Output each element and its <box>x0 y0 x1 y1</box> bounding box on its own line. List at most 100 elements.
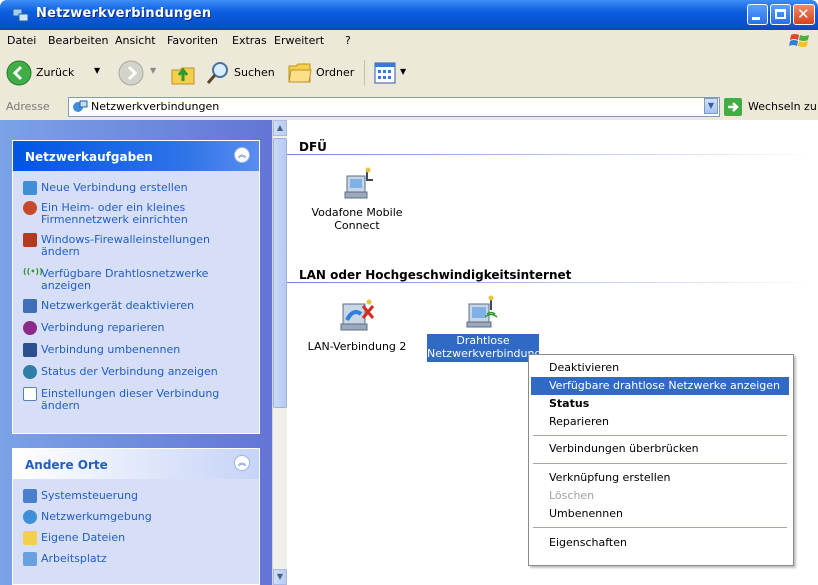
other-places-panel: Andere Orte ︽ Systemsteuerung Netzwerkum… <box>12 448 260 585</box>
ctx-create-shortcut[interactable]: Verknüpfung erstellen <box>531 469 789 487</box>
control-panel-icon <box>23 489 37 503</box>
forward-arrow-icon <box>118 60 144 86</box>
ctx-loeschen: Löschen <box>549 489 595 502</box>
status-icon <box>23 365 37 379</box>
dialup-connection-icon <box>344 167 373 199</box>
menu-datei[interactable]: Datei <box>7 34 36 47</box>
ctx-reparieren[interactable]: Reparieren <box>531 413 789 431</box>
collapse-chevron-icon[interactable]: ︽ <box>234 147 250 163</box>
address-input[interactable]: Netzwerkverbindungen <box>68 97 720 117</box>
disable-device-icon <box>23 299 37 313</box>
go-arrow-icon <box>724 98 742 116</box>
menu-favoriten[interactable]: Favoriten <box>167 34 218 47</box>
place-label: Arbeitsplatz <box>41 552 107 565</box>
rename-icon <box>23 343 37 357</box>
wireless-signal-icon: ((•)) <box>23 267 43 276</box>
task-label: Windows-Firewalleinstellungen ändern <box>41 233 210 258</box>
scroll-thumb[interactable] <box>273 138 287 408</box>
my-computer-icon <box>23 552 37 566</box>
maximize-button[interactable] <box>770 4 791 25</box>
maximize-icon <box>775 9 786 19</box>
folder-icon <box>288 63 312 83</box>
ctx-eigenschaften[interactable]: Eigenschaften <box>531 534 789 552</box>
menu-help[interactable]: ? <box>345 34 351 47</box>
group-heading-lan: LAN oder Hochgeschwindigkeitsinternet <box>299 268 572 282</box>
ctx-separator <box>533 463 787 464</box>
go-label: Wechseln zu <box>748 100 817 113</box>
window-title: Netzwerkverbindungen <box>36 6 212 21</box>
my-documents-icon <box>23 531 37 545</box>
search-icon <box>206 62 228 84</box>
place-label: Systemsteuerung <box>41 489 139 502</box>
network-connections-icon <box>73 100 88 112</box>
context-menu: Deaktivieren Verfügbare drahtlose Netzwe… <box>528 354 794 566</box>
menu-ansicht[interactable]: Ansicht <box>115 34 156 47</box>
wireless-connection-icon <box>466 295 498 328</box>
place-label: Eigene Dateien <box>41 531 126 544</box>
ctx-status[interactable]: Status <box>531 395 789 413</box>
connection-lan-2[interactable]: LAN-Verbindung 2 <box>307 298 407 358</box>
new-connection-icon <box>23 181 37 195</box>
menu-bar: Datei Bearbeiten Ansicht Favoriten Extra… <box>0 30 818 53</box>
repair-icon <box>23 321 37 335</box>
lan-connection-icon <box>340 299 375 331</box>
task-label: Neue Verbindung erstellen <box>41 181 188 194</box>
folders-button[interactable]: Ordner <box>288 60 356 86</box>
wireless-label-line: Netzwerkverbindung <box>427 347 539 360</box>
network-connections-icon <box>12 8 29 22</box>
go-button[interactable]: Wechseln zu <box>724 97 818 117</box>
views-icon <box>374 62 396 84</box>
menu-extras[interactable]: Extras <box>232 34 267 47</box>
folders-label: Ordner <box>316 66 355 79</box>
network-tasks-title: Netzwerkaufgaben <box>25 150 153 164</box>
scroll-up-button[interactable]: ▲ <box>273 120 287 136</box>
up-folder-icon[interactable] <box>170 60 196 86</box>
back-button[interactable]: Zurück ▼ <box>6 60 118 86</box>
home-network-icon <box>23 201 37 215</box>
task-label: Verbindung umbenennen <box>41 343 181 356</box>
ctx-show-wireless-networks[interactable]: Verfügbare drahtlose Netzwerke anzeigen <box>531 377 789 395</box>
ctx-separator <box>533 435 787 436</box>
search-label: Suchen <box>234 66 275 79</box>
vertical-scrollbar[interactable]: ▲ ▼ <box>272 120 287 585</box>
title-bar[interactable]: Netzwerkverbindungen ✕ <box>0 0 818 30</box>
back-label: Zurück <box>36 66 75 79</box>
toolbar: Zurück ▼ ▼ Suchen Ordner ▼ <box>0 52 818 95</box>
task-pane: Netzwerkaufgaben ︽ Neue Verbindung erste… <box>0 120 272 585</box>
connection-wireless[interactable]: Drahtlose Netzwerkverbindung <box>427 294 539 364</box>
menu-bearbeiten[interactable]: Bearbeiten <box>48 34 108 47</box>
task-label: Status der Verbindung anzeigen <box>41 365 218 378</box>
network-tasks-header[interactable]: Netzwerkaufgaben ︽ <box>13 141 259 171</box>
views-button[interactable]: ▼ <box>374 60 418 86</box>
minimize-button[interactable] <box>747 4 768 25</box>
connection-label: LAN-Verbindung 2 <box>307 340 407 353</box>
place-label: Netzwerkumgebung <box>41 510 152 523</box>
address-dropdown-button[interactable]: ▼ <box>704 98 718 114</box>
network-places-icon <box>23 510 37 524</box>
task-label: Ein Heim- oder ein kleines Firmennetzwer… <box>41 201 188 226</box>
connection-vodafone[interactable]: Vodafone Mobile Connect <box>307 166 407 246</box>
task-label: Netzwerkgerät deaktivieren <box>41 299 195 312</box>
other-places-header[interactable]: Andere Orte ︽ <box>13 449 259 479</box>
connection-label: Vodafone Mobile Connect <box>311 206 403 232</box>
forward-dropdown-icon[interactable]: ▼ <box>150 66 156 75</box>
ctx-umbenennen[interactable]: Umbenennen <box>531 505 789 523</box>
group-heading-dialup: DFÜ <box>299 140 327 154</box>
task-label: Verfügbare Drahtlosnetzwerke anzeigen <box>41 267 209 292</box>
scroll-down-button[interactable]: ▼ <box>273 569 287 585</box>
forward-button[interactable]: ▼ <box>118 60 162 86</box>
ctx-separator <box>533 527 787 528</box>
other-places-title: Andere Orte <box>25 458 108 472</box>
address-bar: Adresse Netzwerkverbindungen ▼ Wechseln … <box>0 94 818 121</box>
ctx-deaktivieren[interactable]: Deaktivieren <box>531 359 789 377</box>
address-value: Netzwerkverbindungen <box>91 100 220 113</box>
windows-logo-icon <box>789 34 809 47</box>
connection-label-selected: Drahtlose Netzwerkverbindung <box>427 334 539 362</box>
menu-erweitert[interactable]: Erweitert <box>274 34 324 47</box>
group-divider <box>287 282 818 283</box>
ctx-bridge-connections[interactable]: Verbindungen überbrücken <box>531 440 789 458</box>
close-button[interactable]: ✕ <box>793 4 815 25</box>
search-button[interactable]: Suchen <box>206 60 278 86</box>
collapse-chevron-icon[interactable]: ︽ <box>234 455 250 471</box>
back-dropdown-icon[interactable]: ▼ <box>94 66 100 75</box>
